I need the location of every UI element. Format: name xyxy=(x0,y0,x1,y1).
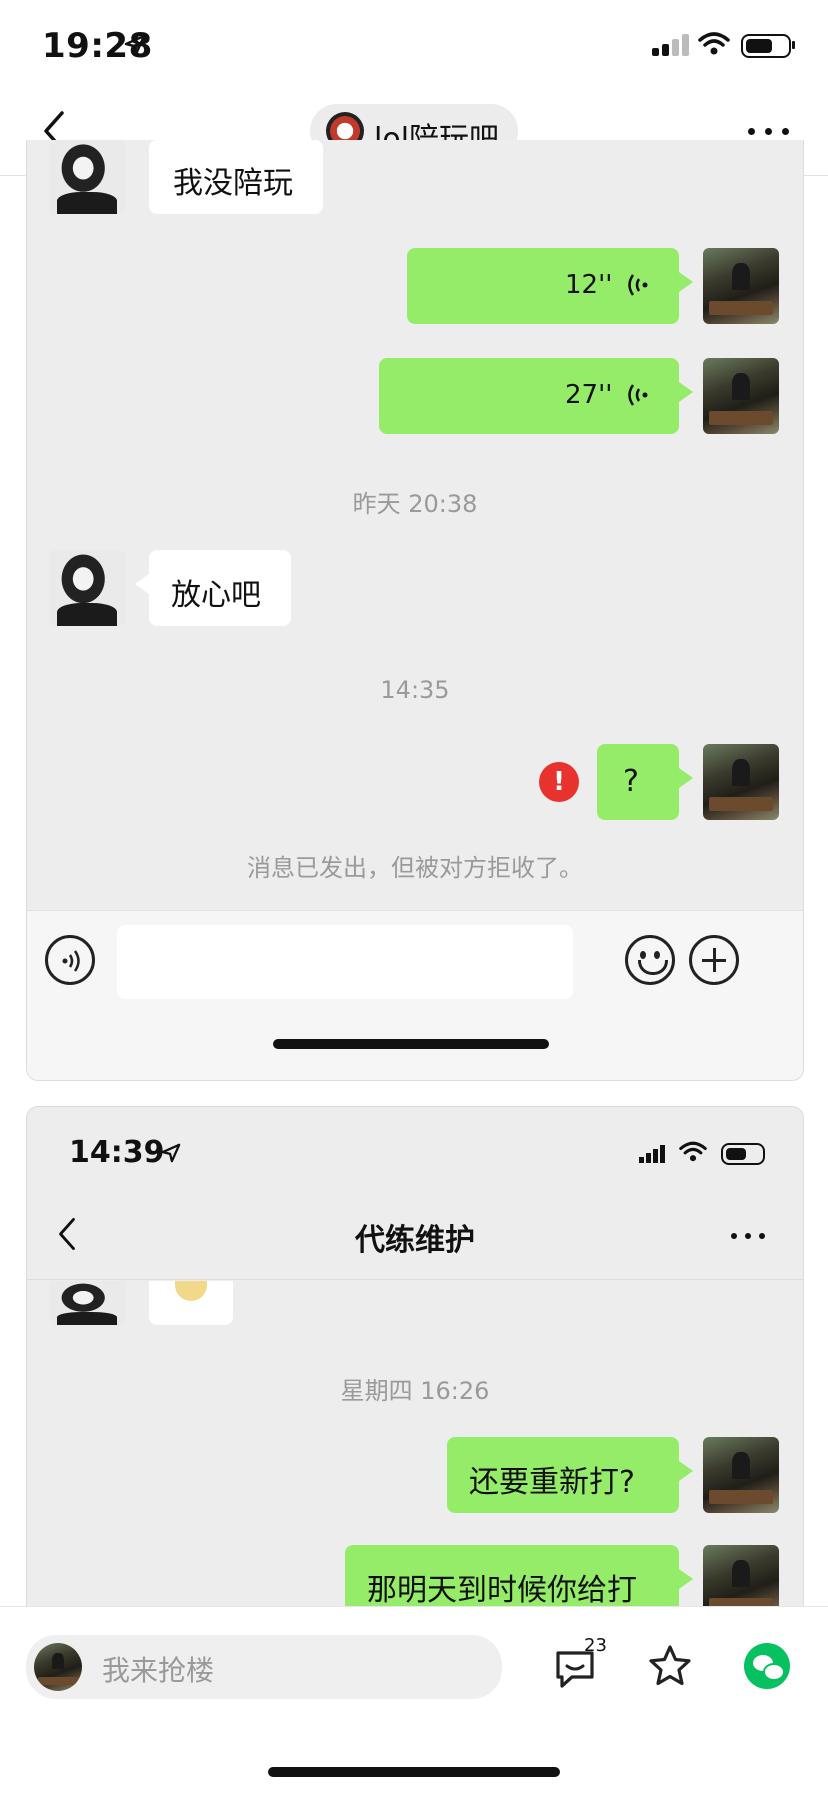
send-failed-icon[interactable]: ! xyxy=(539,762,579,802)
wifi-icon xyxy=(698,32,730,55)
location-arrow-icon xyxy=(161,1143,181,1163)
favorite-star-icon[interactable] xyxy=(646,1643,694,1689)
location-arrow-icon xyxy=(124,34,146,56)
emoji-icon[interactable] xyxy=(625,935,675,985)
outgoing-message-bubble: 还要重新打? xyxy=(447,1437,693,1513)
chat-timestamp: 昨天 20:38 xyxy=(352,490,478,518)
battery-icon xyxy=(741,34,791,58)
rejected-notice: 消息已发出，但被对方拒收了。 xyxy=(247,854,583,882)
voice-wave-icon xyxy=(628,384,648,406)
more-options-icon[interactable] xyxy=(731,1233,767,1241)
home-indicator xyxy=(273,1039,549,1049)
inner-signal-icon xyxy=(639,1145,667,1163)
inner-chat-title: 代练维护 xyxy=(355,1223,475,1258)
chat-timestamp: 14:35 xyxy=(380,676,450,704)
outgoing-message-bubble: ? xyxy=(597,744,693,820)
comments-button[interactable]: 23 xyxy=(552,1635,618,1697)
chat-screenshot-1: 我没陪玩 12'' 27'' 昨天 20:38 放心吧 14:35 ! ? 消息… xyxy=(26,140,804,1081)
chat-timestamp: 星期四 16:26 xyxy=(340,1377,490,1405)
add-more-icon[interactable] xyxy=(689,935,739,985)
comment-count: 23 xyxy=(584,1635,607,1656)
inner-status-time: 14:39 xyxy=(69,1135,165,1170)
my-avatar xyxy=(703,248,779,324)
voice-message-bubble[interactable]: 27'' xyxy=(379,358,693,434)
comment-placeholder: 我来抢楼 xyxy=(102,1654,215,1687)
wechat-share-icon[interactable] xyxy=(744,1643,790,1689)
partial-message-bubble: 我没陪玩 xyxy=(149,140,323,214)
partial-sticker-bubble xyxy=(149,1281,233,1325)
home-indicator xyxy=(268,1767,560,1777)
partner-avatar xyxy=(49,1281,125,1325)
incoming-message-bubble: 放心吧 xyxy=(135,550,291,626)
my-avatar xyxy=(703,744,779,820)
chat-screenshot-2: 14:39 代练维护 星期四 16:26 还要重新打? 那明天到时候你给打 xyxy=(26,1106,804,1607)
message-input[interactable] xyxy=(117,925,573,999)
cellular-signal-icon xyxy=(652,34,692,56)
user-avatar xyxy=(34,1643,82,1691)
more-options-icon[interactable] xyxy=(748,128,790,138)
sticker-icon xyxy=(175,1281,207,1301)
comment-input[interactable]: 我来抢楼 xyxy=(26,1635,502,1699)
my-avatar xyxy=(703,1545,779,1607)
partner-avatar xyxy=(49,140,125,214)
wifi-icon xyxy=(679,1141,707,1162)
bottom-comment-bar: 我来抢楼 23 xyxy=(0,1606,828,1793)
partner-avatar xyxy=(49,550,125,626)
voice-wave-icon xyxy=(628,274,648,296)
outgoing-message-bubble: 那明天到时候你给打 xyxy=(345,1545,693,1607)
voice-input-icon[interactable] xyxy=(45,935,95,985)
battery-icon xyxy=(721,1143,765,1165)
chat-input-bar xyxy=(27,910,803,1080)
my-avatar xyxy=(703,358,779,434)
voice-message-bubble[interactable]: 12'' xyxy=(407,248,693,324)
my-avatar xyxy=(703,1437,779,1513)
